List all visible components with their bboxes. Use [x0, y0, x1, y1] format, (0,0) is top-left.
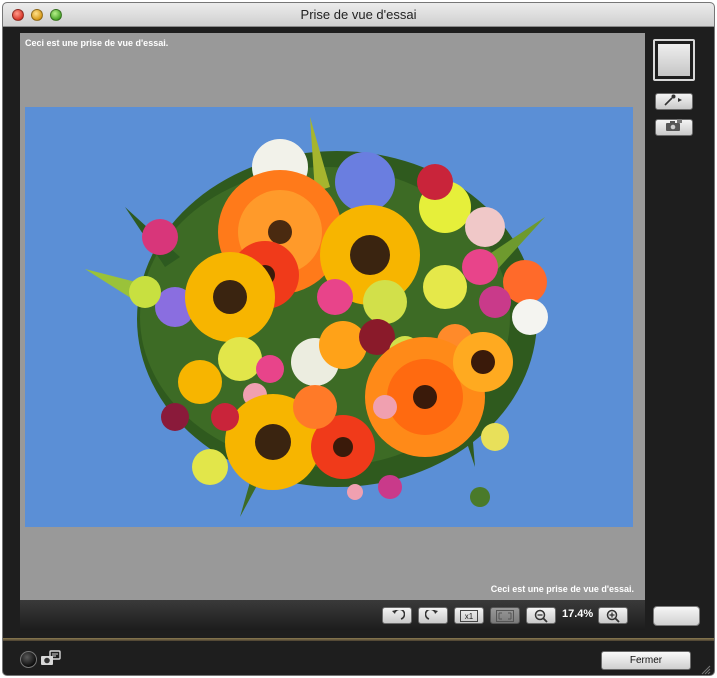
x1-icon: x1	[460, 609, 478, 622]
rotate-right-icon	[425, 609, 441, 622]
connection-status-indicator	[20, 651, 37, 668]
window-title: Prise de vue d'essai	[300, 7, 417, 22]
eyedropper-icon	[663, 93, 685, 111]
actual-size-button[interactable]: x1	[454, 607, 484, 624]
title-bar[interactable]: Prise de vue d'essai	[3, 3, 714, 27]
zoom-out-button[interactable]	[526, 607, 556, 624]
eyedropper-button[interactable]	[655, 93, 693, 110]
caption-top: Ceci est une prise de vue d'essai.	[25, 38, 169, 48]
rotate-left-button[interactable]	[382, 607, 412, 624]
test-shot-window: Prise de vue d'essai Ceci est une prise …	[2, 2, 715, 676]
x1-text: x1	[465, 612, 474, 621]
preview-thumbnail-image	[658, 44, 690, 76]
flower-bouquet-image	[25, 107, 633, 527]
fit-screen-button[interactable]	[490, 607, 520, 624]
zoom-in-button[interactable]	[598, 607, 628, 624]
remote-camera-icon	[40, 650, 62, 668]
test-shot-photo[interactable]	[25, 107, 633, 527]
zoom-out-icon	[534, 609, 548, 623]
image-viewer[interactable]: Ceci est une prise de vue d'essai. Ceci …	[20, 33, 645, 600]
caption-bottom: Ceci est une prise de vue d'essai.	[490, 584, 634, 594]
camera-settings-button[interactable]	[655, 118, 693, 137]
zoom-level: 17.4%	[562, 608, 594, 620]
resize-grip-icon[interactable]	[701, 662, 711, 675]
close-button[interactable]: Fermer	[601, 651, 691, 670]
side-action-button[interactable]	[653, 606, 700, 626]
fit-screen-icon	[496, 609, 514, 622]
camera-settings-icon	[665, 118, 683, 137]
rotate-left-icon	[389, 609, 405, 622]
separator-line	[3, 638, 714, 641]
viewer-toolbar: x1 17.4%	[20, 600, 645, 630]
rotate-right-button[interactable]	[418, 607, 448, 624]
zoom-in-icon	[606, 609, 620, 623]
preview-thumbnail[interactable]	[653, 39, 695, 81]
